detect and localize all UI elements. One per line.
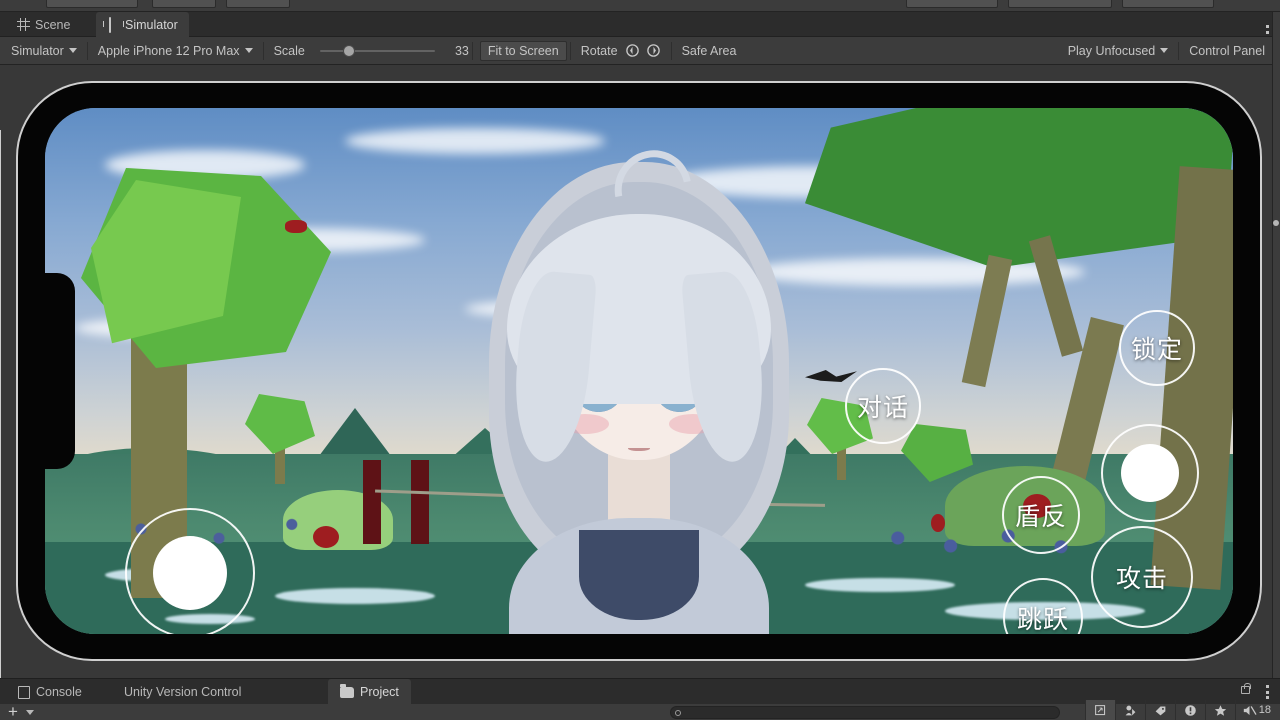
simulator-toolbar: Simulator Apple iPhone 12 Pro Max Scale … [0, 37, 1280, 65]
console-icon [18, 686, 30, 699]
divider [472, 42, 473, 60]
audio-mute-icon [1242, 704, 1257, 717]
status-profiler[interactable] [1115, 700, 1145, 720]
tag-icon [1154, 704, 1167, 717]
control-panel-label: Control Panel [1189, 44, 1265, 58]
device-screen[interactable]: 对话 锁定 盾反 攻击 跳跃 [45, 108, 1233, 634]
muted-count: 18 [1259, 704, 1276, 716]
player-character [449, 122, 829, 634]
right-side-strip[interactable] [1272, 12, 1280, 678]
fit-to-screen-label: Fit to Screen [488, 44, 559, 58]
chevron-down-icon [1160, 48, 1168, 53]
search-icon [675, 710, 681, 716]
slider-knob[interactable] [343, 45, 355, 57]
divider [1178, 42, 1179, 60]
divider [263, 42, 264, 60]
scale-value: 33 [443, 44, 469, 58]
shield-counter-button[interactable]: 盾反 [1002, 476, 1080, 554]
neck [608, 452, 670, 524]
view-tab-strip: Scene Simulator [0, 12, 1280, 37]
scale-slider[interactable] [320, 42, 435, 60]
rotate-counterclockwise-icon[interactable] [625, 43, 640, 58]
device-frame: 对话 锁定 盾反 攻击 跳跃 [18, 83, 1260, 659]
scale-label-text: Scale [274, 44, 305, 58]
main-toolbar: ✕ [0, 0, 1280, 12]
rotate-group: Rotate [574, 41, 668, 61]
simulator-view[interactable]: 对话 锁定 盾反 攻击 跳跃 [0, 65, 1272, 678]
device-selector-dropdown[interactable]: Apple iPhone 12 Pro Max [91, 41, 260, 61]
close-icon: ✕ [100, 0, 109, 2]
account-toolbar-button[interactable] [46, 0, 138, 8]
grid-icon [17, 18, 30, 31]
movement-joystick[interactable] [125, 508, 255, 634]
unity-editor-window: ✕ Scene Simulator Simulator Apple iPhone… [0, 0, 1280, 720]
rotate-clockwise-icon[interactable] [646, 43, 661, 58]
warning-icon [1184, 704, 1197, 717]
lock-icon[interactable] [1241, 686, 1250, 694]
tab-console-label: Console [36, 685, 82, 699]
play-mode-label: Play Unfocused [1068, 44, 1156, 58]
toolbar-button-a[interactable] [906, 0, 998, 8]
joystick-knob[interactable] [1121, 444, 1179, 502]
tab-scene[interactable]: Scene [6, 12, 81, 37]
tab-simulator-label: Simulator [125, 18, 178, 32]
attack-button[interactable]: 攻击 [1091, 526, 1193, 628]
joystick-knob[interactable] [153, 536, 227, 610]
tab-unity-version-control[interactable]: Unity Version Control [112, 679, 253, 705]
strip-indicator-icon [1273, 220, 1279, 226]
puddle [275, 588, 435, 604]
fit-to-screen-button[interactable]: Fit to Screen [480, 41, 567, 61]
play-mode-dropdown[interactable]: Play Unfocused [1061, 41, 1176, 61]
favorite-star-icon [1214, 704, 1227, 717]
collar [579, 530, 699, 620]
status-audio-mute[interactable]: 18 [1235, 700, 1280, 720]
status-warning[interactable] [1175, 700, 1205, 720]
lock-on-button[interactable]: 锁定 [1119, 310, 1195, 386]
chevron-down-icon [69, 48, 77, 53]
layout-toolbar-button[interactable] [226, 0, 290, 8]
preview-package-icon [1094, 704, 1107, 717]
slider-track [320, 50, 435, 52]
dialogue-button[interactable]: 对话 [845, 368, 921, 444]
safe-area-toggle[interactable]: Safe Area [675, 41, 744, 61]
camera-joystick[interactable] [1101, 424, 1199, 522]
flower [285, 220, 307, 233]
tab-uvc-label: Unity Version Control [124, 685, 241, 699]
add-asset-button[interactable]: + [8, 705, 18, 719]
chevron-down-icon[interactable] [26, 710, 34, 715]
layers-toolbar-button[interactable] [152, 0, 216, 8]
tab-scene-label: Scene [35, 18, 70, 32]
tab-project-label: Project [360, 685, 399, 699]
tab-project[interactable]: Project [328, 679, 411, 705]
status-tag[interactable] [1145, 700, 1175, 720]
tab-console[interactable]: Console [6, 679, 94, 705]
divider [87, 42, 88, 60]
divider [671, 42, 672, 60]
safe-area-label: Safe Area [682, 44, 737, 58]
chevron-down-icon [245, 48, 253, 53]
torii-post [411, 460, 429, 544]
device-notch [45, 273, 75, 469]
view-selector-label: Simulator [11, 44, 64, 58]
tab-simulator[interactable]: Simulator [96, 12, 189, 37]
device-selector-label: Apple iPhone 12 Pro Max [98, 44, 240, 58]
toolbar-button-c[interactable] [1122, 0, 1214, 8]
divider [570, 42, 571, 60]
status-favorite[interactable] [1205, 700, 1235, 720]
scale-label: Scale [267, 41, 312, 61]
simulator-phone-icon [107, 18, 120, 31]
project-search-field[interactable] [670, 706, 1060, 719]
view-left-border [0, 130, 1, 678]
view-selector-dropdown[interactable]: Simulator [4, 41, 84, 61]
mouth [628, 444, 650, 451]
toolbar-button-b[interactable] [1008, 0, 1112, 8]
status-bar: 18 [1085, 700, 1280, 720]
rotate-label: Rotate [581, 44, 618, 58]
panel-options-kebab-icon[interactable] [1266, 685, 1270, 699]
folder-icon [340, 687, 354, 698]
status-preview-package[interactable] [1085, 700, 1115, 720]
control-panel-button[interactable]: Control Panel [1182, 41, 1272, 61]
profiler-icon [1124, 704, 1137, 717]
